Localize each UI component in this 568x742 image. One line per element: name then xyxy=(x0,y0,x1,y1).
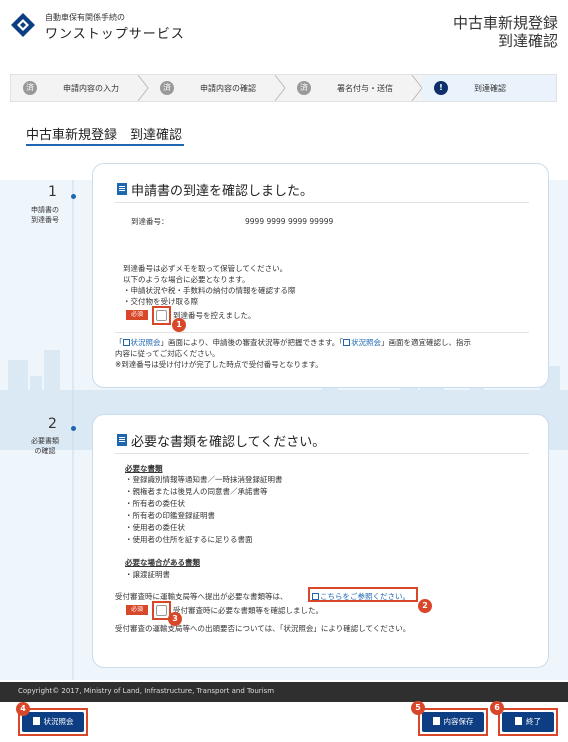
step-confirm: 済 申請内容の確認 xyxy=(148,75,286,101)
end-button-label: 終了 xyxy=(526,717,541,726)
required-doc-item: ・使用者の委任状 xyxy=(125,523,185,532)
status-info-text: 画面により、申請後の審査状況等が把握できます。「 xyxy=(168,338,344,347)
callout-badge: 6 xyxy=(490,701,504,715)
checkbox-label: 受付審査時に必要な書類等を確認しました。 xyxy=(173,606,323,615)
step-side-label: 申請書の 到達番号 xyxy=(24,205,66,225)
arrival-memo-checkbox[interactable] xyxy=(156,310,167,321)
status-info: ※到達番号は受け付けが完了した時点で受付番号となります。 xyxy=(115,360,323,369)
step-side-label: 必要書類 の確認 xyxy=(24,436,66,456)
copyright: Copyright© 2017, Ministry of Land, Infra… xyxy=(18,687,275,695)
conditional-doc-item: ・譲渡証明書 xyxy=(125,570,170,579)
exit-icon xyxy=(515,717,522,725)
callout-badge: 4 xyxy=(16,702,30,716)
memo-note: ・申請状況や税・手数料の納付の情報を確認する際 xyxy=(123,286,296,295)
divider xyxy=(115,202,529,203)
checkbox-label: 到達番号を控えました。 xyxy=(173,311,256,320)
step-label: 到達確認 xyxy=(474,84,506,93)
card-title: 必要な書類を確認してください。 xyxy=(131,435,326,450)
arrival-number-value: 9999 9999 9999 99999 xyxy=(245,217,334,226)
required-badge: 必須 xyxy=(126,310,148,320)
required-doc-item: ・所有者の印鑑登録証明書 xyxy=(125,511,215,520)
link-box-icon xyxy=(312,593,319,600)
logo-icon xyxy=(11,13,35,37)
page-title: 中古車新規登録 到達確認 xyxy=(453,14,558,50)
site-footer: Copyright© 2017, Ministry of Land, Infra… xyxy=(0,682,568,702)
status-link[interactable]: 状況照会 xyxy=(343,338,381,347)
done-icon: 済 xyxy=(297,81,311,95)
side-label-line: 到達番号 xyxy=(31,216,59,224)
exclamation-icon: ! xyxy=(434,81,448,95)
step-arrival-check: ! 到達確認 xyxy=(422,75,556,101)
reference-link-label: こちらをご参照ください。 xyxy=(320,592,410,601)
callout-badge: 1 xyxy=(172,318,186,332)
conditional-docs-heading: 必要な場合がある書類 xyxy=(125,558,200,567)
step-number: 2 xyxy=(48,416,57,432)
save-content-button[interactable]: 内容保存 xyxy=(422,712,484,732)
documents-card: 必要な書類を確認してください。 必要な書類 ・登録識別情報等通知書／一時抹消登録… xyxy=(92,414,549,668)
section-heading: 中古車新規登録 到達確認 xyxy=(26,128,183,143)
done-icon: 済 xyxy=(160,81,174,95)
required-doc-item: ・登録識別情報等通知書／一時抹消登録証明書 xyxy=(125,475,283,484)
reference-link[interactable]: こちらをご参照ください。 xyxy=(312,591,410,602)
required-doc-item: ・所有者の委任状 xyxy=(125,499,185,508)
step-number: 1 xyxy=(48,184,57,200)
callout-badge: 3 xyxy=(168,612,182,626)
status-link-label: 状況照会 xyxy=(130,338,161,347)
required-doc-item: ・使用者の住所を証するに足りる書面 xyxy=(125,535,253,544)
logo-title: ワンストップサービス xyxy=(45,27,185,42)
arrival-number-label: 到達番号： xyxy=(131,217,169,226)
done-icon: 済 xyxy=(23,81,37,95)
submit-note: 受付審査時に運輸支局等へ提出が必要な書類等は、 xyxy=(115,592,288,601)
logo-subtitle: 自動車保有関係手続の xyxy=(45,13,125,22)
arrival-card: 申請書の到達を確認しました。 到達番号： 9999 9999 9999 9999… xyxy=(92,163,549,388)
step-label: 署名付与・送信 xyxy=(337,84,393,93)
documents-confirmed-checkbox[interactable] xyxy=(156,605,167,616)
site-header: 自動車保有関係手続の ワンストップサービス 中古車新規登録 到達確認 xyxy=(0,0,568,60)
save-button-label: 内容保存 xyxy=(443,717,474,726)
page-title-line2: 到達確認 xyxy=(497,32,558,50)
side-label-line: の確認 xyxy=(34,447,56,455)
status-link-label: 状況照会 xyxy=(351,338,382,347)
required-docs-heading: 必要な書類 xyxy=(125,464,163,473)
memo-note: 到達番号は必ずメモを取って保管してください。 xyxy=(123,264,288,273)
step-input: 済 申請内容の入力 xyxy=(11,75,149,101)
step-sign-send: 済 署名付与・送信 xyxy=(285,75,423,101)
progress-stepper: 済 申請内容の入力 済 申請内容の確認 済 署名付与・送信 ! 到達確認 xyxy=(10,74,557,102)
side-label-line: 必要書類 xyxy=(31,437,59,445)
status-inquiry-button[interactable]: 状況照会 xyxy=(22,712,84,732)
timeline-dot xyxy=(71,194,76,199)
required-badge: 必須 xyxy=(126,605,148,615)
attendance-note: 受付審査の運輸支局等への出頭要否については、「状況照会」により確認してください。 xyxy=(115,624,411,633)
document-icon xyxy=(117,183,127,195)
memo-note: 以下のような場合に必要となります。 xyxy=(123,275,250,284)
timeline-dot xyxy=(71,426,76,431)
status-info-text: 」画面を適宜確認し、指示 xyxy=(381,338,472,347)
status-link[interactable]: 状況照会 xyxy=(122,338,161,347)
step-label: 申請内容の確認 xyxy=(200,84,256,93)
link-box-icon xyxy=(122,339,130,346)
document-icon xyxy=(117,434,127,446)
divider xyxy=(115,453,529,454)
link-box-icon xyxy=(343,339,351,346)
callout-badge: 5 xyxy=(411,701,425,715)
status-info: 「状況照会」画面により、申請後の審査状況等が把握できます。「 状況照会」画面を適宜… xyxy=(115,338,472,347)
step-label: 申請内容の入力 xyxy=(63,84,119,93)
divider xyxy=(115,332,529,333)
side-label-line: 申請書の xyxy=(31,206,59,214)
required-doc-item: ・親権者または後見人の同意書／承諾書等 xyxy=(125,487,268,496)
end-button[interactable]: 終了 xyxy=(502,712,554,732)
status-info: 内容に従ってご対応ください。 xyxy=(115,349,220,358)
document-icon xyxy=(32,717,40,725)
callout-badge: 2 xyxy=(418,599,432,613)
card-title: 申請書の到達を確認しました。 xyxy=(131,184,314,199)
save-icon xyxy=(432,717,440,725)
page-title-line1: 中古車新規登録 xyxy=(452,14,558,32)
heading-underline xyxy=(26,144,184,146)
status-button-label: 状況照会 xyxy=(43,717,74,726)
